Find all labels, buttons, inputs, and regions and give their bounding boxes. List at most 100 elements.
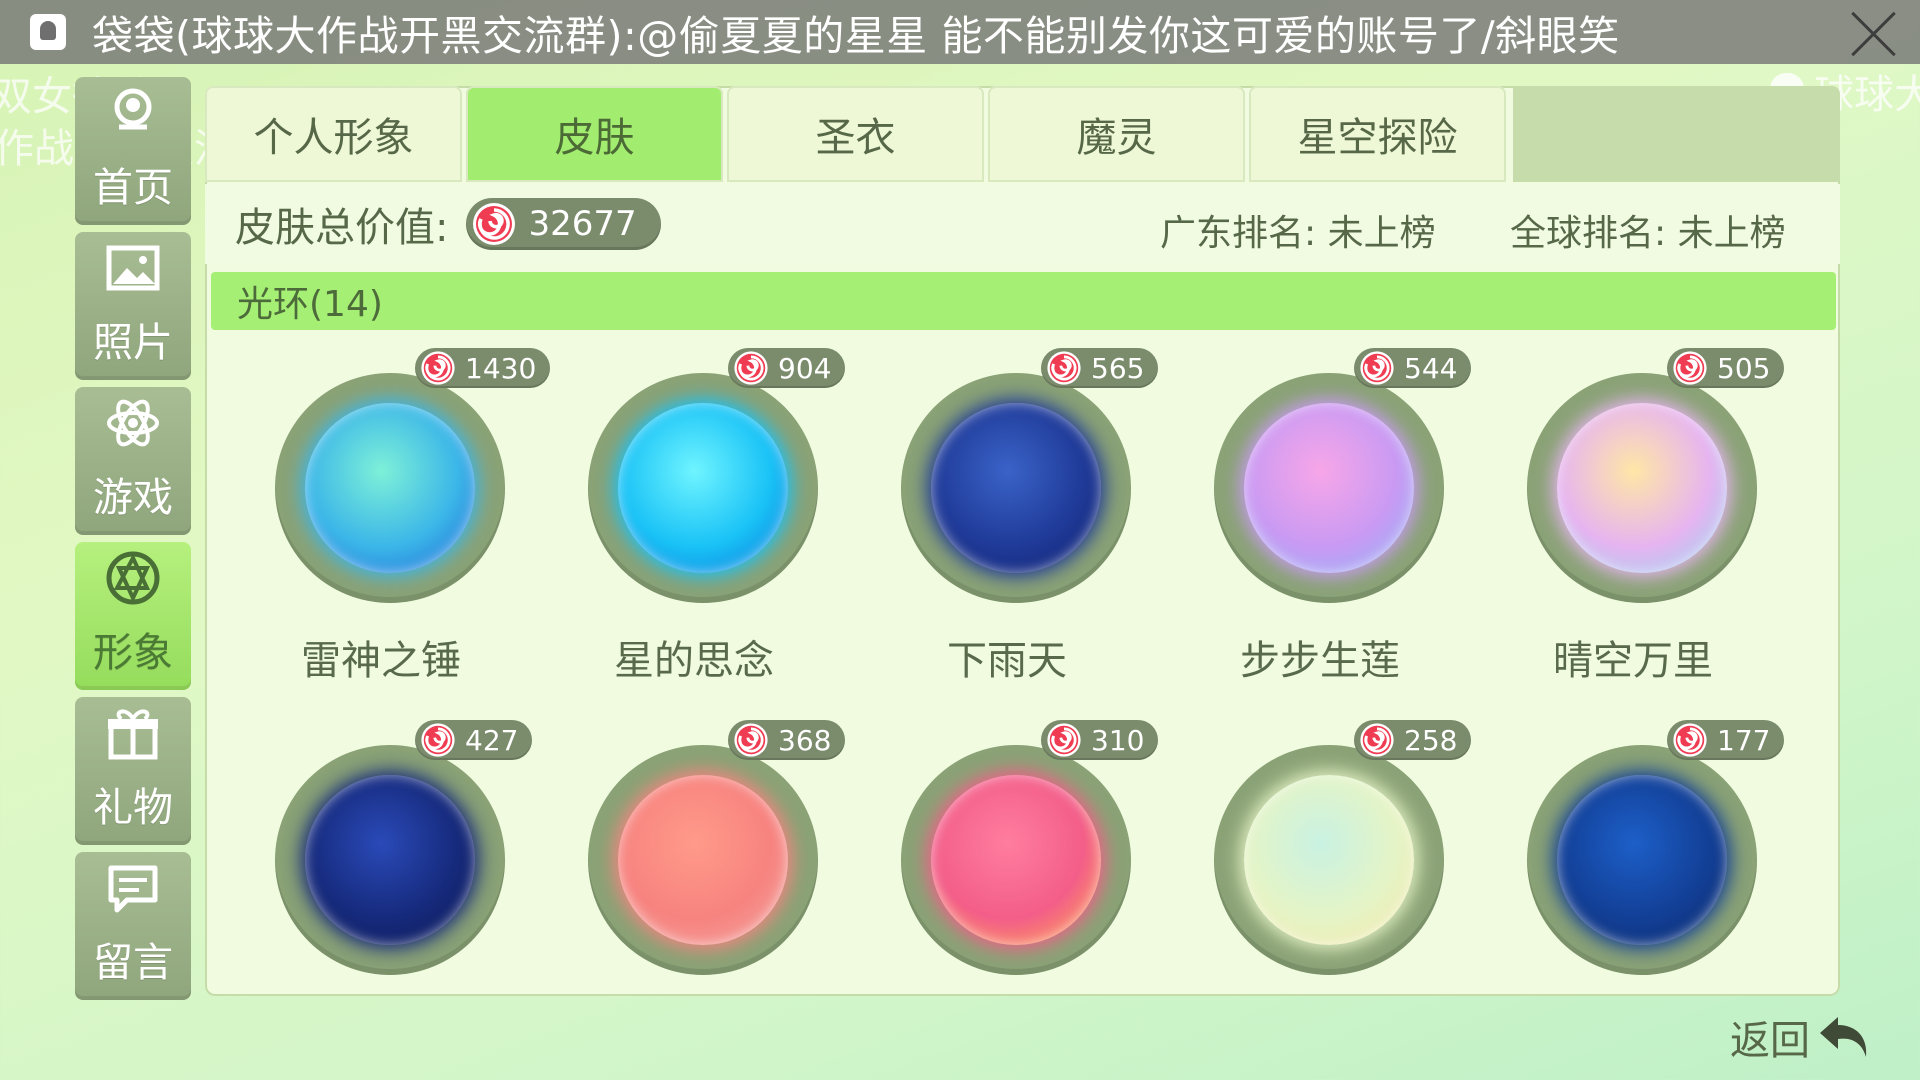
halo-orb [931,775,1101,945]
price-value: 177 [1717,723,1771,757]
close-icon[interactable] [1848,8,1898,58]
sidebar-item-label: 照片 [93,320,173,366]
sidebar-item-label: 形象 [93,630,173,676]
halo-item[interactable]: 427 [225,720,537,1050]
price-value: 904 [778,351,832,385]
halo-name: 步步生莲 [1240,638,1400,684]
halo-item[interactable]: 368 [538,720,850,1050]
halo-orb [1244,403,1414,573]
price-badge: 177 [1667,720,1785,760]
halo-name: 晴空万里 [1553,638,1713,684]
halo-section-header: 光环(14) [211,272,1836,330]
sidebar-item-avatar[interactable]: 形象 [75,542,191,690]
sidebar: 首页 照片 游戏 形象 礼物 留言 [75,77,191,1007]
notification-banner[interactable]: 袋袋(球球大作战开黑交流群):@偷夏夏的星星 能不能别发你这可爱的账号了/斜眼笑 [0,0,1920,64]
atom-icon [101,391,165,455]
tab-holy-armor[interactable]: 圣衣 [727,86,984,182]
candy-icon [1047,723,1081,757]
gift-icon [101,701,165,765]
halo-item[interactable]: 565 下雨天 [851,348,1163,684]
halo-orb [618,775,788,945]
tab-skin[interactable]: 皮肤 [466,86,723,182]
sidebar-item-label: 留言 [93,940,173,986]
halo-preview [1214,373,1444,603]
home-icon [101,81,165,145]
sidebar-item-gift[interactable]: 礼物 [75,697,191,845]
total-value-badge: 32677 [466,198,661,250]
halo-orb [618,403,788,573]
total-value: 32677 [528,204,637,244]
price-badge: 505 [1667,348,1785,388]
halo-preview [275,745,505,975]
halo-preview [1527,745,1757,975]
halo-preview [1214,745,1444,975]
price-badge: 427 [415,720,533,760]
tab-spirit[interactable]: 魔灵 [988,86,1245,182]
candy-icon [734,351,768,385]
halo-orb [1557,775,1727,945]
qq-notification-icon [30,14,66,50]
candy-icon [734,723,768,757]
price-value: 544 [1404,351,1458,385]
price-value: 505 [1717,351,1771,385]
candy-icon [421,723,455,757]
tab-bar: 个人形象 皮肤 圣衣 魔灵 星空探险 [205,86,1510,184]
avatar-icon [101,546,165,610]
tab-strip-background [1513,86,1840,182]
photo-icon [101,236,165,300]
sidebar-item-label: 礼物 [93,785,173,831]
tab-star-adventure[interactable]: 星空探险 [1249,86,1506,182]
tab-personal-image[interactable]: 个人形象 [205,86,462,182]
sidebar-item-label: 游戏 [93,475,173,521]
price-badge: 258 [1354,720,1472,760]
skin-value-bar: 皮肤总价值: 32677 广东排名: 未上榜 全球排名: 未上榜 [205,184,1840,264]
halo-preview [588,373,818,603]
halo-preview [1527,373,1757,603]
sidebar-item-photo[interactable]: 照片 [75,232,191,380]
message-icon [101,856,165,920]
halo-orb [305,403,475,573]
back-button[interactable]: 返回 [1730,1008,1874,1066]
halo-preview [588,745,818,975]
candy-icon [1047,351,1081,385]
sidebar-item-message[interactable]: 留言 [75,852,191,1000]
price-badge: 1430 [415,348,551,388]
return-arrow-icon [1820,1017,1867,1057]
guangdong-rank: 广东排名: 未上榜 [1160,213,1436,254]
halo-item[interactable]: 310 [851,720,1163,1050]
price-value: 310 [1091,723,1145,757]
halo-item[interactable]: 505 晴空万里 [1477,348,1789,684]
halo-preview [275,373,505,603]
back-label: 返回 [1730,1018,1810,1064]
price-badge: 565 [1041,348,1159,388]
price-value: 1430 [465,351,537,385]
halo-name: 下雨天 [947,638,1067,684]
sidebar-item-home[interactable]: 首页 [75,77,191,225]
skin-panel: 个人形象 皮肤 圣衣 魔灵 星空探险 皮肤总价值: 32677 广东排名: 未上… [205,86,1840,996]
halo-item[interactable]: 1430 雷神之锤 [225,348,551,684]
candy-icon [1360,351,1394,385]
halo-orb [305,775,475,945]
halo-orb [1557,403,1727,573]
sidebar-item-label: 首页 [93,165,173,211]
halo-orb [1244,775,1414,945]
candy-icon [1673,723,1707,757]
halo-item[interactable]: 177 [1477,720,1789,1050]
halo-orb [931,403,1101,573]
candy-icon [1360,723,1394,757]
halo-preview [901,373,1131,603]
price-badge: 310 [1041,720,1159,760]
price-value: 427 [465,723,519,757]
halo-item[interactable]: 904 星的思念 [538,348,850,684]
candy-icon [421,351,455,385]
sidebar-item-game[interactable]: 游戏 [75,387,191,535]
candy-icon [473,203,516,245]
price-badge: 544 [1354,348,1472,388]
halo-name: 雷神之锤 [301,638,461,684]
halo-item[interactable]: 544 步步生莲 [1164,348,1476,684]
halo-item[interactable]: 258 [1164,720,1476,1050]
halo-name: 星的思念 [614,638,774,684]
total-value-label: 皮肤总价值: [235,205,449,251]
candy-icon [1673,351,1707,385]
halo-preview [901,745,1131,975]
